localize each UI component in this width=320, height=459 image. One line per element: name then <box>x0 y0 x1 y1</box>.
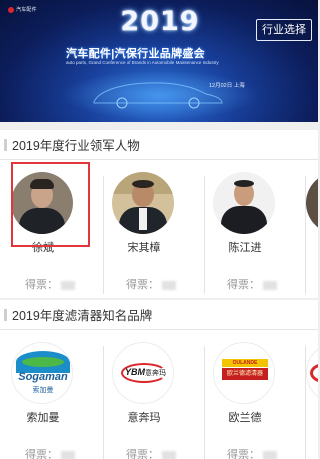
section-filter-brands: 2019年度滤清器知名品牌 Sogaman 索加曼 索加曼 得票： YBM 意奔… <box>0 300 318 459</box>
section-marker <box>4 138 7 151</box>
leader-name: 陈江进 <box>228 242 262 254</box>
vote-value-blurred <box>162 450 176 459</box>
brand-card[interactable] <box>298 330 318 459</box>
event-year: 2019 <box>120 6 200 37</box>
section-header: 2019年度行业领军人物 <box>0 130 318 160</box>
organizer-logo: 汽车配件 <box>8 6 37 13</box>
section-title: 2019年度行业领军人物 <box>12 139 140 153</box>
vote-count: 得票： <box>227 446 277 459</box>
brand-name: 欧兰德 <box>228 412 262 424</box>
vote-count: 得票： <box>227 276 277 292</box>
leader-avatar <box>213 172 275 234</box>
event-subtitle: auto parts, Grand Conference of Brands i… <box>66 60 219 65</box>
industry-select-button[interactable]: 行业选择 <box>256 19 312 41</box>
leader-card[interactable]: 宋其樟 得票： <box>104 160 205 298</box>
brand-name: 索加曼 <box>26 412 60 424</box>
leader-avatar <box>306 172 318 234</box>
section-title: 2019年度滤清器知名品牌 <box>12 309 153 323</box>
vote-value-blurred <box>263 450 277 459</box>
event-banner: 汽车配件 2019 汽车配件|汽保行业品牌盛会 auto parts, Gran… <box>0 0 318 122</box>
vote-count: 得票： <box>126 276 176 292</box>
brand-card[interactable]: YBM 意奔玛 意奔玛 得票： <box>104 330 205 459</box>
brand-logo-oulande: OULANDE 欧兰德滤清器 <box>213 342 275 404</box>
brand-card[interactable]: Sogaman 索加曼 索加曼 得票： <box>3 330 104 459</box>
vote-value-blurred <box>162 280 176 290</box>
section-marker <box>4 308 7 321</box>
event-date-location: 12月02日 上海 <box>209 83 245 89</box>
page: 汽车配件 2019 汽车配件|汽保行业品牌盛会 auto parts, Gran… <box>0 0 318 459</box>
brand-logo-partial <box>306 342 318 404</box>
brand-carousel[interactable]: Sogaman 索加曼 索加曼 得票： YBM 意奔玛 意奔玛 得票： OULA… <box>0 330 318 459</box>
leader-card[interactable] <box>298 160 318 298</box>
vote-value-blurred <box>263 280 277 290</box>
leader-avatar <box>112 172 174 234</box>
selected-card-highlight <box>11 162 90 247</box>
section-header: 2019年度滤清器知名品牌 <box>0 300 318 330</box>
vote-value-blurred <box>61 280 75 290</box>
leader-name: 宋其樟 <box>127 242 161 254</box>
brand-name: 意奔玛 <box>127 412 161 424</box>
leader-card[interactable]: 陈江进 得票： <box>205 160 306 298</box>
brand-card[interactable]: OULANDE 欧兰德滤清器 欧兰德 得票： <box>205 330 306 459</box>
car-silhouette <box>93 82 223 109</box>
brand-logo-ybm: YBM 意奔玛 <box>112 342 174 404</box>
brand-logo-sogaman: Sogaman 索加曼 <box>11 342 73 404</box>
event-title: 汽车配件|汽保行业品牌盛会 <box>66 48 205 60</box>
vote-count: 得票： <box>126 446 176 459</box>
vote-value-blurred <box>61 450 75 459</box>
vote-count: 得票： <box>25 446 75 459</box>
vote-count: 得票： <box>25 276 75 292</box>
